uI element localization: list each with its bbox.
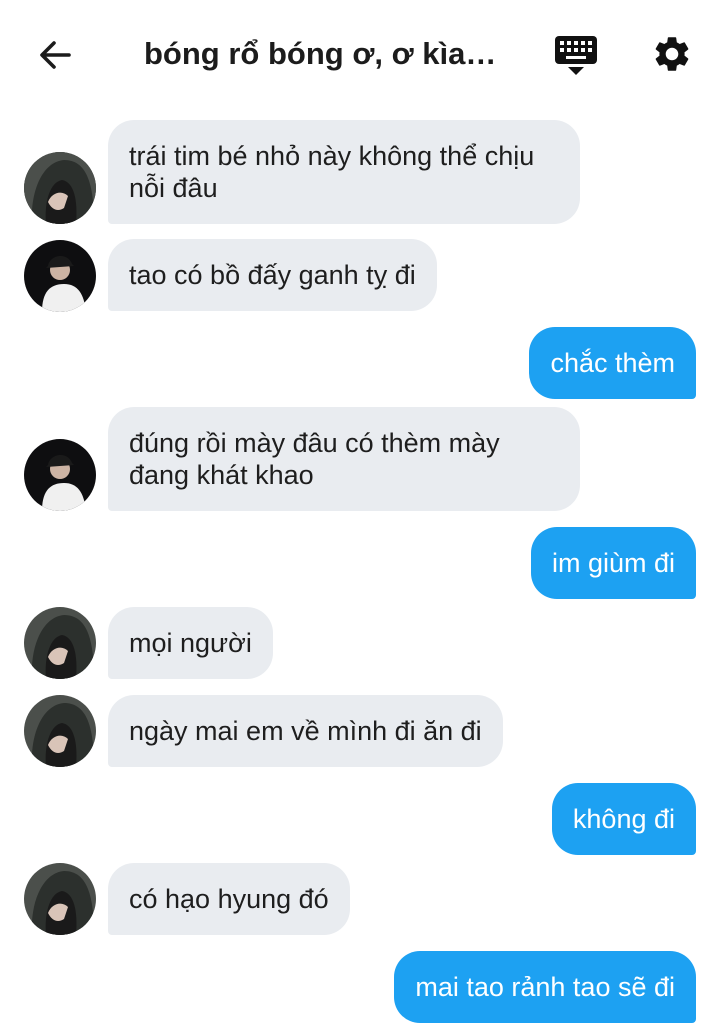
message-bubble-outgoing[interactable]: im giùm đi [530, 527, 696, 599]
arrow-left-icon [40, 41, 71, 69]
avatar[interactable] [24, 695, 96, 767]
avatar-cap-icon [24, 240, 96, 312]
message-bubble-incoming[interactable]: tao có bồ đấy ganh tỵ đi [108, 239, 437, 311]
back-button[interactable] [30, 30, 80, 80]
chat-header: bóng rổ bóng ơ, ơ kìa b... [0, 0, 720, 108]
avatar[interactable] [24, 607, 96, 679]
message-bubble-incoming[interactable]: mọi người [108, 607, 273, 679]
chat-title: bóng rổ bóng ơ, ơ kìa b... [144, 36, 504, 71]
keyboard-button[interactable] [550, 30, 602, 80]
gear-icon [655, 37, 689, 71]
message-bubble-incoming[interactable]: đúng rồi mày đâu có thèm mày đang khát k… [108, 407, 580, 511]
message-bubble-incoming[interactable]: có hạo hyung đó [108, 863, 350, 935]
message-bubble-outgoing[interactable]: không đi [551, 783, 696, 855]
keyboard-icon [555, 36, 597, 75]
avatar-hood-icon [24, 152, 96, 224]
message-bubble-outgoing[interactable]: mai tao rảnh tao sẽ đi [394, 951, 696, 1023]
settings-button[interactable] [648, 30, 696, 78]
message-bubble-outgoing[interactable]: chắc thèm [529, 327, 696, 399]
avatar[interactable] [24, 439, 96, 511]
avatar-hood-icon [24, 607, 96, 679]
avatar[interactable] [24, 152, 96, 224]
message-bubble-incoming[interactable]: ngày mai em về mình đi ăn đi [108, 695, 503, 767]
avatar[interactable] [24, 863, 96, 935]
avatar[interactable] [24, 240, 96, 312]
message-bubble-incoming[interactable]: trái tim bé nhỏ này không thể chịu nỗi đ… [108, 120, 580, 224]
chat-screen: bóng rổ bóng ơ, ơ kìa b... trái tim bé n… [0, 0, 720, 1027]
avatar-hood-icon [24, 863, 96, 935]
avatar-hood-icon [24, 695, 96, 767]
avatar-cap-icon [24, 439, 96, 511]
message-list[interactable]: trái tim bé nhỏ này không thể chịu nỗi đ… [0, 108, 720, 1027]
